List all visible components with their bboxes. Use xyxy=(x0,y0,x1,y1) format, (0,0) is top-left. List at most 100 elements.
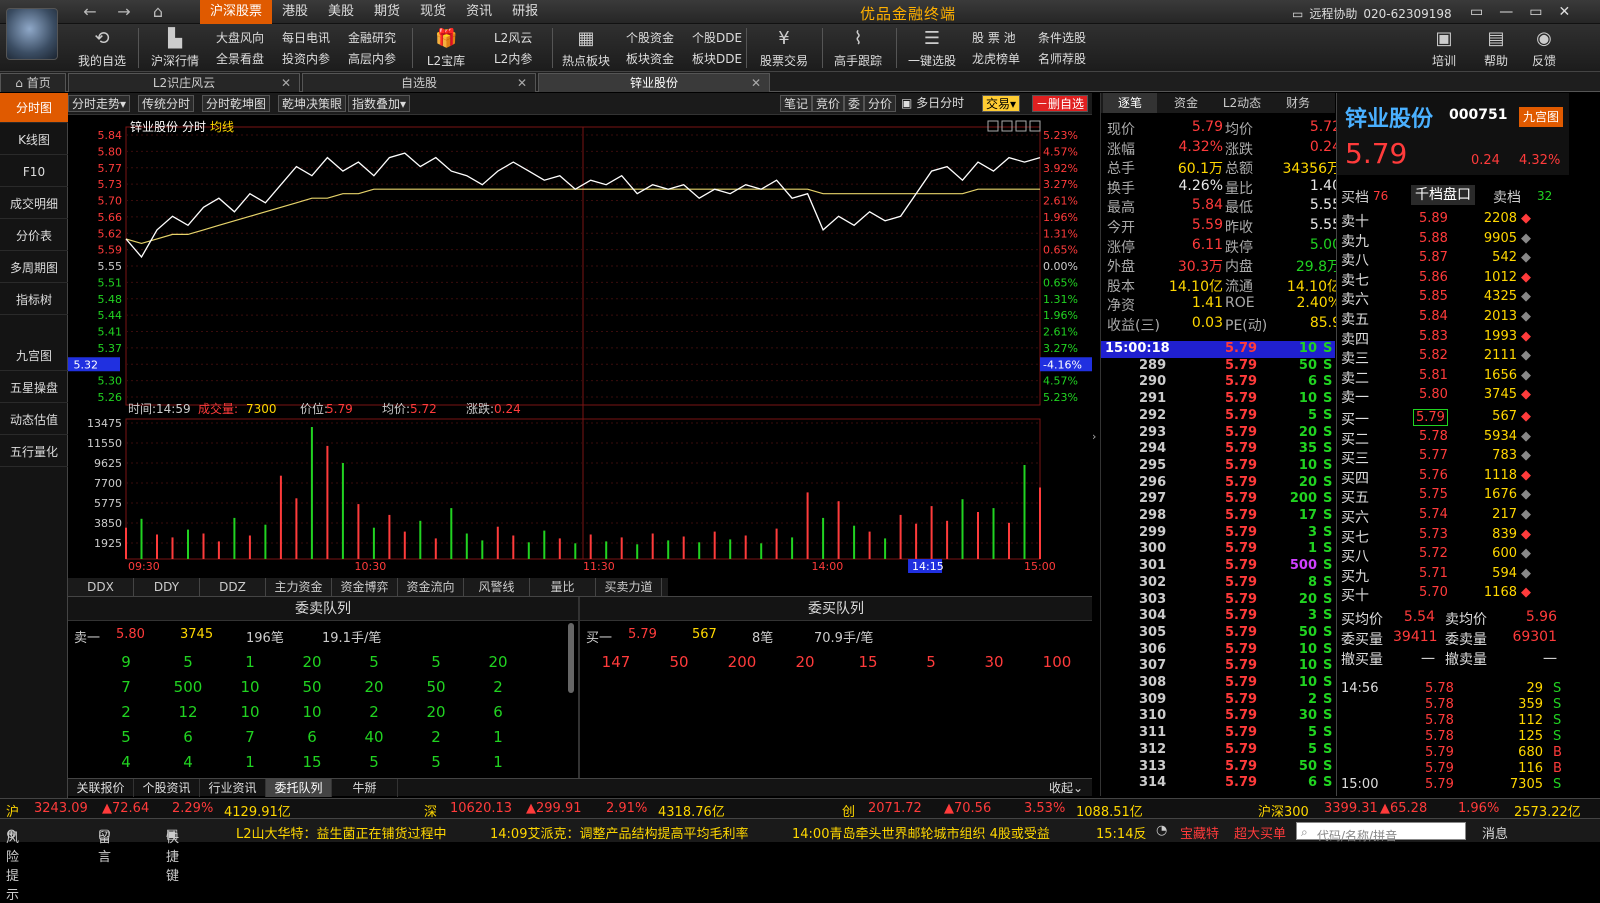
remote-help[interactable]: ▭ 远程协助 020-62309198 xyxy=(1292,5,1452,22)
master-track-button[interactable]: ⌇ 高手跟踪 xyxy=(830,24,886,72)
menu-item[interactable]: 现货 xyxy=(410,0,456,24)
indicator-tab[interactable]: 风警线 xyxy=(464,578,530,596)
intraday-chart[interactable]: 5.84 5.23% 5.80 4.57% 5.77 3.92% 5.73 3.27% 5.70… xyxy=(68,115,1092,585)
scrollbar[interactable] xyxy=(568,623,574,693)
bids-level[interactable]: 买十 5.70 1168 ◆ xyxy=(1337,585,1569,604)
home-icon[interactable]: ⌂ xyxy=(148,2,168,22)
asks-level[interactable]: 卖九 5.88 9905 ◆ xyxy=(1337,231,1569,250)
indicator-tab[interactable]: DDZ xyxy=(200,578,266,596)
asks-level[interactable]: 卖十 5.89 2208 ◆ xyxy=(1337,211,1569,230)
search-input[interactable]: ⌕ 代码/名称/拼音 xyxy=(1296,822,1466,843)
sidebar-item[interactable]: 动态估值 xyxy=(0,405,68,435)
tab-watchlist[interactable]: 自选股 ✕ xyxy=(302,73,536,92)
entrust-button[interactable]: 委 xyxy=(844,95,865,112)
sidebar-item[interactable]: F10 xyxy=(0,157,68,187)
l2-library-button[interactable]: 🎁 L2宝库 xyxy=(420,24,472,72)
tab-l2-dynamic[interactable]: L2动态 xyxy=(1215,93,1269,113)
toolbar-group-3[interactable]: 金融研究 高层内参 xyxy=(348,28,396,70)
asks-level[interactable]: 卖七 5.86 1012 ◆ xyxy=(1337,270,1569,289)
bottom-tab[interactable]: 关联报价 xyxy=(68,779,134,797)
intraday-dropdown[interactable]: 分时走势▾ xyxy=(68,95,131,112)
bids-level[interactable]: 买一 5.79 567 ◆ xyxy=(1337,409,1569,428)
toolbar-link[interactable]: 板块资金 xyxy=(626,49,674,70)
bids-level[interactable]: 买九 5.71 594 ◆ xyxy=(1337,566,1569,585)
news-item[interactable]: 14:00青岛牵头世界邮轮城市组织 4股或受益 xyxy=(792,823,1050,842)
news-item[interactable]: 14:09艾派克：调整产品结构提高平均毛利率 xyxy=(490,823,748,842)
toolbar-link[interactable]: 龙虎榜单 xyxy=(972,49,1020,70)
bids-level[interactable]: 买二 5.78 5934 ◆ xyxy=(1337,429,1569,448)
sidebar-item[interactable]: 多周期图 xyxy=(0,253,68,283)
asks-level[interactable]: 卖一 5.80 3745 ◆ xyxy=(1337,387,1569,406)
toolbar-group-7[interactable]: 股 票 池龙虎榜单 xyxy=(972,28,1020,70)
indicator-tab[interactable]: 量比 xyxy=(530,578,596,596)
user-avatar[interactable] xyxy=(6,8,58,60)
asks-level[interactable]: 卖四 5.83 1993 ◆ xyxy=(1337,329,1569,348)
sidebar-item[interactable]: K线图 xyxy=(0,125,68,155)
indicator-tab[interactable]: 主力资金 xyxy=(266,578,332,596)
toolbar-link[interactable]: L2内参 xyxy=(494,49,532,70)
qiankun-chart-button[interactable]: 分时乾坤图 xyxy=(202,95,271,112)
one-click-select-button[interactable]: ☰ 一键选股 xyxy=(904,24,960,72)
indicator-tab[interactable]: 资金博弈 xyxy=(332,578,398,596)
depth-book-button[interactable]: 千档盘口 xyxy=(1411,185,1475,205)
chart-window-icon[interactable] xyxy=(1001,120,1013,132)
toolbar-group-4[interactable]: L2风云 L2内参 xyxy=(494,28,532,70)
tab-funds[interactable]: 资金 xyxy=(1159,93,1213,113)
price-dist-button[interactable]: 分价 xyxy=(864,95,897,112)
auction-button[interactable]: 竞价 xyxy=(812,95,845,112)
tab-ticks[interactable]: 逐笔 xyxy=(1103,93,1157,113)
traditional-intraday-button[interactable]: 传统分时 xyxy=(138,95,195,112)
market-button[interactable]: ▙ 沪深行情 xyxy=(146,24,204,72)
bids-level[interactable]: 买四 5.76 1118 ◆ xyxy=(1337,468,1569,487)
decision-eye-button[interactable]: 乾坤决策眼 xyxy=(278,95,347,112)
sidebar-item[interactable]: 五星操盘 xyxy=(0,373,68,403)
toolbar-link[interactable]: 全景看盘 xyxy=(216,49,264,70)
bids-level[interactable]: 买六 5.74 217 ◆ xyxy=(1337,507,1569,526)
menu-item[interactable]: 美股 xyxy=(318,0,364,24)
treasure-link[interactable]: 宝藏特 xyxy=(1180,823,1219,842)
hot-sector-button[interactable]: ▦ 热点板块 xyxy=(558,24,614,72)
sidebar-item[interactable]: 五行量化 xyxy=(0,437,68,467)
menu-item[interactable]: 期货 xyxy=(364,0,410,24)
back-arrow-icon[interactable]: ← xyxy=(80,2,100,22)
remove-watchlist-button[interactable]: －删自选 xyxy=(1032,95,1089,112)
toolbar-group-5[interactable]: 个股资金 板块资金 xyxy=(626,28,674,70)
sidebar-item[interactable]: 九宫图 xyxy=(0,341,68,371)
asks-level[interactable]: 卖三 5.82 2111 ◆ xyxy=(1337,348,1569,367)
stock-trade-button[interactable]: ¥ 股票交易 xyxy=(756,24,812,72)
tab-finance[interactable]: 财务 xyxy=(1271,93,1325,113)
toolbar-link[interactable]: 高层内参 xyxy=(348,49,396,70)
toolbar-link[interactable]: 个股DDE xyxy=(692,28,742,49)
multi-day-toggle[interactable]: ▣ 多日分时 xyxy=(898,95,967,112)
grid-button[interactable]: 九宫图 xyxy=(1519,107,1564,127)
toolbar-link[interactable]: 金融研究 xyxy=(348,28,396,49)
close-icon[interactable]: ✕ xyxy=(751,74,761,93)
bids-level[interactable]: 买七 5.73 839 ◆ xyxy=(1337,527,1569,546)
maximize-icon[interactable]: ▭ xyxy=(1529,0,1542,24)
menu-item[interactable]: 资讯 xyxy=(456,0,502,24)
sidebar-item[interactable]: 指标树 xyxy=(0,285,68,315)
minimize-icon[interactable]: — xyxy=(1499,0,1513,24)
sidebar-item[interactable]: 分时图 xyxy=(0,93,68,123)
indicator-tab[interactable]: 资金流向 xyxy=(398,578,464,596)
bottom-tab[interactable]: 行业资讯 xyxy=(200,779,266,797)
collapse-arrow-icon[interactable]: › xyxy=(1092,430,1100,460)
asks-level[interactable]: 卖六 5.85 4325 ◆ xyxy=(1337,289,1569,308)
my-watchlist-button[interactable]: ⟲ 我的自选 xyxy=(74,24,130,72)
toolbar-link[interactable]: 股 票 池 xyxy=(972,28,1020,49)
toolbar-group-8[interactable]: 条件选股 名师荐股 xyxy=(1038,28,1086,70)
sidebar-item[interactable]: 成交明细 xyxy=(0,189,68,219)
close-icon[interactable]: ✕ xyxy=(1558,0,1570,24)
bids-level[interactable]: 买八 5.72 600 ◆ xyxy=(1337,546,1569,565)
bottom-tab[interactable]: 个股资讯 xyxy=(134,779,200,797)
bids-level[interactable]: 买三 5.77 783 ◆ xyxy=(1337,448,1569,467)
chart-window-icon[interactable] xyxy=(1015,120,1027,132)
asks-level[interactable]: 卖八 5.87 542 ◆ xyxy=(1337,250,1569,269)
news-item[interactable]: 15:14反 xyxy=(1096,823,1146,842)
menu-item[interactable]: 研报 xyxy=(502,0,548,24)
tab-stock[interactable]: 锌业股份 ✕ xyxy=(538,73,770,92)
chart-window-icon[interactable] xyxy=(1029,120,1041,132)
feedback-button[interactable]: ◉ 反馈 xyxy=(1524,24,1564,72)
toolbar-link[interactable]: 名师荐股 xyxy=(1038,49,1086,70)
toolbar-link[interactable]: 投资内参 xyxy=(282,49,330,70)
